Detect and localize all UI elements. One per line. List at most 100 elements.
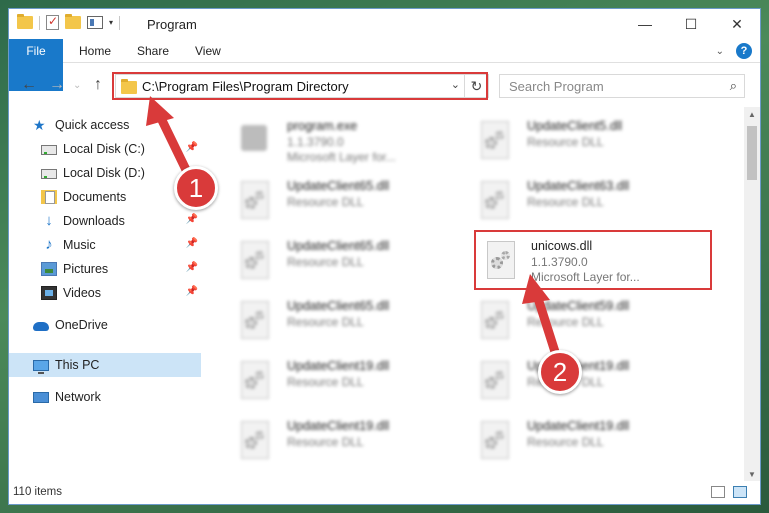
sidebar-item-music[interactable]: ♪ Music 📌 [41,233,201,257]
tab-home[interactable]: Home [79,39,111,63]
properties-check-icon[interactable] [46,14,59,30]
folder-icon[interactable] [17,14,33,29]
documents-icon [41,190,57,204]
tab-share[interactable]: Share [137,39,169,63]
sidebar-item-label: Local Disk (D:) [63,166,145,180]
sidebar-item-pictures[interactable]: Pictures 📌 [41,257,201,281]
sidebar-item-this-pc[interactable]: This PC [9,353,201,377]
close-button[interactable]: ✕ [714,9,760,39]
chevron-down-icon[interactable]: ▾ [109,18,113,27]
help-icon[interactable]: ? [736,43,752,59]
disk-icon [41,145,57,155]
list-item[interactable]: UpdateClient65.dll Resource DLL [221,295,451,347]
search-icon: ⌕ [729,78,737,93]
sidebar-item-label: Downloads [63,214,125,228]
list-item[interactable]: UpdateClient19.dll Resource DLL [461,415,691,467]
window-title: Program [147,17,197,32]
sidebar-item-onedrive[interactable]: OneDrive [33,313,201,337]
sidebar-item-label: Pictures [63,262,109,276]
dll-file-icon [475,419,515,463]
dll-file-icon [475,119,515,163]
file-description: Microsoft Layer for... [287,150,396,164]
quick-access-toolbar: ▾ [17,14,121,30]
ribbon-right: ⌄ ? [716,43,752,59]
exe-file-icon [235,119,275,163]
file-highlight-box [474,230,712,290]
dll-file-icon [235,299,275,343]
address-highlight-box [112,72,488,100]
step-badge-2: 2 [538,350,582,394]
list-item[interactable]: UpdateClient19.dll Resource DLL [221,415,451,467]
search-input[interactable] [500,75,710,97]
pin-icon: 📌 [185,286,198,297]
list-item[interactable]: UpdateClient59.dll Resource DLL [461,295,691,347]
scroll-up-icon[interactable]: ▲ [744,107,760,123]
list-item[interactable]: UpdateClient65.dll Resource DLL [221,175,451,227]
list-item[interactable]: UpdateClient63.dll Resource DLL [461,175,691,227]
search-box[interactable]: ⌕ [499,74,745,98]
dll-file-icon [235,359,275,403]
sidebar-item-label: Music [63,238,96,252]
sidebar-item-videos[interactable]: Videos 📌 [41,281,201,305]
sidebar-item-network[interactable]: Network [33,385,201,409]
list-item[interactable]: UpdateClient5.dll Resource DLL [461,115,691,167]
status-bar: 110 items [9,481,760,504]
file-list: program.exe 1.1.3790.0 Microsoft Layer f… [205,107,738,483]
list-item[interactable]: UpdateClient19.dll Resource DLL [221,355,451,407]
file-type: Resource DLL [527,315,604,329]
file-type: Resource DLL [287,435,364,449]
file-name: UpdateClient5.dll [527,119,623,133]
file-name: UpdateClient19.dll [287,419,390,433]
pin-icon: 📌 [185,262,198,273]
sidebar-item-label: Local Disk (C:) [63,142,145,156]
recent-chevron-icon[interactable]: ⌄ [73,80,81,91]
list-item[interactable]: program.exe 1.1.3790.0 Microsoft Layer f… [221,115,451,167]
dll-file-icon [235,179,275,223]
dll-file-icon [235,239,275,283]
dll-file-icon [475,299,515,343]
music-icon: ♪ [45,236,53,253]
sidebar-item-label: OneDrive [55,318,108,332]
vertical-scrollbar[interactable]: ▲ ▼ [744,107,760,483]
minimize-button[interactable]: — [622,9,668,39]
sidebar-item-label: Quick access [55,118,130,132]
list-item[interactable]: UpdateClient65.dll Resource DLL [221,235,451,287]
forward-arrow-icon[interactable]: → [49,76,65,94]
title-bar: ▾ Program — ☐ ✕ [9,9,760,39]
dll-file-icon [235,419,275,463]
up-arrow-icon[interactable]: ↑ [94,76,102,94]
sidebar-item-label: Videos [63,286,101,300]
large-icons-view-icon[interactable] [733,486,747,498]
file-type: Resource DLL [287,315,364,329]
file-name: UpdateClient59.dll [527,299,630,313]
tab-view[interactable]: View [195,39,221,63]
navigation-pane: ★ Quick access Local Disk (C:) 📌 Local D… [9,107,204,483]
dll-file-icon [475,359,515,403]
star-icon: ★ [33,117,46,133]
network-icon [33,391,49,403]
file-type: Resource DLL [287,255,364,269]
file-name: program.exe [287,119,358,133]
item-count: 110 items [13,486,63,498]
sidebar-item-local-disk-c[interactable]: Local Disk (C:) 📌 [41,137,201,161]
file-name: UpdateClient65.dll [287,299,390,313]
scroll-thumb[interactable] [747,126,757,180]
sidebar-item-downloads[interactable]: ↓ Downloads 📌 [41,209,201,233]
file-type: Resource DLL [527,195,604,209]
maximize-button[interactable]: ☐ [668,9,714,39]
new-folder-icon[interactable] [65,14,81,29]
sidebar-item-quick-access[interactable]: ★ Quick access [33,113,225,137]
file-name: UpdateClient65.dll [287,239,390,253]
file-name: UpdateClient63.dll [527,179,630,193]
file-type: Resource DLL [527,435,604,449]
separator [39,15,40,30]
file-version: 1.1.3790.0 [287,135,344,149]
details-view-icon[interactable] [711,486,725,498]
download-icon: ↓ [45,212,53,229]
expand-ribbon-icon[interactable]: ⌄ [716,46,724,57]
sidebar-item-label: Network [55,390,101,404]
customize-icon[interactable] [87,16,103,29]
disk-icon [41,169,57,179]
back-arrow-icon[interactable]: ← [21,76,37,94]
pin-icon: 📌 [185,214,198,225]
